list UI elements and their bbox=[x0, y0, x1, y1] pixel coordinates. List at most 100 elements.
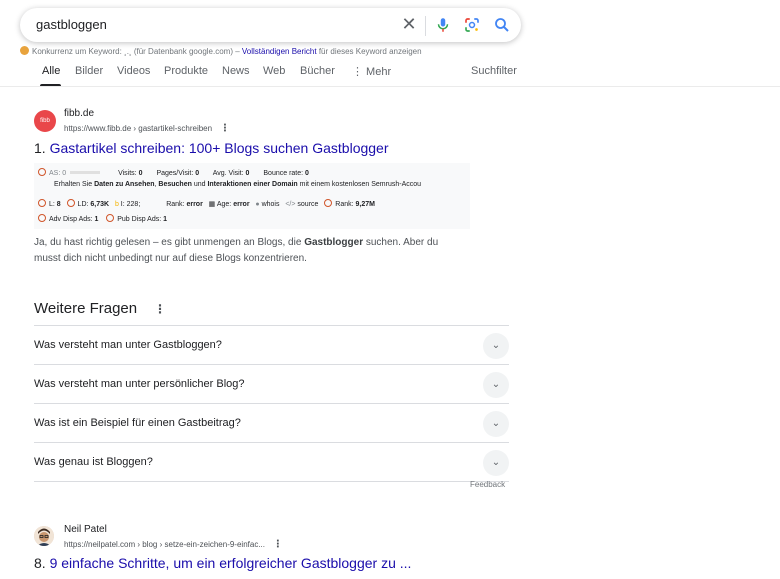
tab-images[interactable]: Bilder bbox=[75, 65, 103, 77]
keyword-competition-line: Konkurrenz um Keyword: ¸.¸ (für Datenban… bbox=[20, 46, 422, 56]
chevron-down-icon[interactable]: ⌄ bbox=[483, 372, 509, 398]
bounce-label: Bounce rate: bbox=[263, 170, 304, 177]
pub-label: Pub Disp Ads: bbox=[117, 216, 162, 223]
result1-number: 1. bbox=[34, 140, 46, 156]
chevron-down-icon[interactable]: ⌄ bbox=[483, 333, 509, 359]
result1-title-link[interactable]: 1. Gastartikel schreiben: 100+ Blogs suc… bbox=[34, 140, 389, 156]
seo-info-text: Erhalten Sie Daten zu Ansehen, Besuchen … bbox=[54, 181, 421, 188]
tab-books[interactable]: Bücher bbox=[300, 65, 335, 77]
age-value: error bbox=[233, 201, 250, 208]
result1-more-icon[interactable]: ⋮ bbox=[214, 123, 230, 134]
semrush-extension-icon bbox=[20, 46, 29, 55]
code-icon: </> bbox=[285, 201, 296, 208]
result2-title-link[interactable]: 8. 9 einfache Schritte, um ein erfolgrei… bbox=[34, 555, 411, 571]
result1-url[interactable]: https://www.fibb.de › gastartikel-schrei… bbox=[64, 123, 230, 134]
tab-web[interactable]: Web bbox=[263, 65, 285, 77]
search-icon[interactable] bbox=[493, 16, 511, 39]
tab-products[interactable]: Produkte bbox=[164, 65, 208, 77]
search-tabs: Alle Bilder Videos Produkte News Web Büc… bbox=[0, 62, 780, 88]
rank2-value[interactable]: 9,27M bbox=[356, 201, 375, 208]
info-b1[interactable]: Daten zu Ansehen bbox=[94, 181, 154, 188]
faq-question[interactable]: Was ist ein Beispiel für einen Gastbeitr… bbox=[34, 417, 241, 429]
ld-icon bbox=[66, 199, 75, 207]
faq-item[interactable]: Was genau ist Bloggen? ⌄ bbox=[34, 443, 509, 482]
result1-site-name[interactable]: fibb.de bbox=[64, 108, 94, 119]
result1-url-text[interactable]: https://www.fibb.de › gastartikel-schrei… bbox=[64, 124, 212, 133]
tabs-divider bbox=[0, 86, 780, 87]
info-post: mit einem kostenlosen Semrush-Accou bbox=[297, 181, 422, 188]
search-box[interactable]: gastbloggen ✕ bbox=[20, 8, 521, 42]
seo-row-ads: Adv Disp Ads: 1 Pub Disp Ads: 1 bbox=[38, 214, 167, 223]
faq-question[interactable]: Was genau ist Bloggen? bbox=[34, 456, 153, 468]
chevron-down-icon[interactable]: ⌄ bbox=[483, 450, 509, 476]
ld-value[interactable]: 6,73K bbox=[90, 201, 109, 208]
snippet-bold: Gastblogger bbox=[304, 237, 364, 248]
avg-visit-label: Avg. Visit: bbox=[212, 170, 244, 177]
tab-news[interactable]: News bbox=[222, 65, 250, 77]
result1-title[interactable]: Gastartikel schreiben: 100+ Blogs suchen… bbox=[50, 140, 389, 156]
google-lens-icon[interactable] bbox=[463, 16, 481, 39]
source-link[interactable]: source bbox=[297, 201, 318, 208]
faq-item[interactable]: Was versteht man unter Gastbloggen? ⌄ bbox=[34, 326, 509, 365]
result2-more-icon[interactable]: ⋮ bbox=[267, 539, 283, 550]
calendar-icon: ▦ bbox=[208, 201, 216, 208]
full-report-link[interactable]: Vollständigen Bericht bbox=[242, 47, 317, 56]
microphone-icon[interactable] bbox=[434, 16, 452, 39]
whois-icon: ● bbox=[255, 201, 260, 208]
people-also-ask-more-icon[interactable]: ⋮ bbox=[154, 302, 166, 316]
semrush-icon bbox=[38, 168, 46, 176]
fibb-favicon[interactable]: fibb bbox=[34, 110, 56, 132]
whois-link[interactable]: whois bbox=[262, 201, 280, 208]
pages-value: 0 bbox=[195, 170, 200, 177]
age-label: Age: bbox=[216, 201, 232, 208]
l-label: L: bbox=[49, 201, 55, 208]
rank1-label: Rank: bbox=[166, 201, 185, 208]
faq-question[interactable]: Was versteht man unter persönlicher Blog… bbox=[34, 378, 245, 390]
faq-question[interactable]: Was versteht man unter Gastbloggen? bbox=[34, 339, 222, 351]
result2-site-name[interactable]: Neil Patel bbox=[64, 524, 107, 535]
bing-icon: b bbox=[114, 201, 119, 208]
search-tools-button[interactable]: Suchfilter bbox=[471, 65, 517, 77]
adv-value[interactable]: 1 bbox=[95, 216, 99, 223]
visits-value: 0 bbox=[138, 170, 143, 177]
adv-label: Adv Disp Ads: bbox=[49, 216, 93, 223]
chevron-down-icon[interactable]: ⌄ bbox=[483, 411, 509, 437]
result2-title[interactable]: 9 einfache Schritte, um ein erfolgreiche… bbox=[50, 555, 412, 571]
rank1-value: error bbox=[186, 201, 203, 208]
result2-url[interactable]: https://neilpatel.com › blog › setze-ein… bbox=[64, 539, 283, 550]
result1-snippet: Ja, du hast richtig gelesen – es gibt un… bbox=[34, 235, 464, 267]
avg-visit-value: 0 bbox=[245, 170, 250, 177]
faq-item[interactable]: Was versteht man unter persönlicher Blog… bbox=[34, 365, 509, 404]
feedback-link[interactable]: Feedback bbox=[470, 480, 505, 489]
result2-number: 8. bbox=[34, 555, 46, 571]
neil-patel-avatar-icon[interactable] bbox=[34, 526, 54, 546]
tab-videos[interactable]: Videos bbox=[117, 65, 150, 77]
snippet-pre: Ja, du hast richtig gelesen – es gibt un… bbox=[34, 237, 305, 248]
tab-more[interactable]: ⋮ Mehr bbox=[352, 65, 391, 78]
seo-as: AS: 0 bbox=[49, 170, 67, 177]
keyword-prefix: Konkurrenz um Keyword: bbox=[32, 47, 125, 56]
clear-icon[interactable]: ✕ bbox=[400, 15, 418, 33]
visits-label: Visits: bbox=[118, 170, 137, 177]
rank2-icon bbox=[324, 199, 333, 207]
rank2-label: Rank: bbox=[335, 201, 354, 208]
faq-item[interactable]: Was ist ein Beispiel für einen Gastbeitr… bbox=[34, 404, 509, 443]
as-bar bbox=[70, 171, 101, 174]
seo-row-links: L: 8 LD: 6,73K b I: 228; Rank: error ▦ A… bbox=[38, 199, 375, 208]
search-input[interactable]: gastbloggen bbox=[36, 17, 107, 32]
info-b3[interactable]: Interaktionen einer Domain bbox=[207, 181, 297, 188]
i-value[interactable]: 228; bbox=[127, 201, 141, 208]
l-value[interactable]: 8 bbox=[57, 201, 61, 208]
result2-url-text[interactable]: https://neilpatel.com › blog › setze-ein… bbox=[64, 540, 265, 549]
keyword-difficulty-dots: ¸.¸ bbox=[124, 47, 132, 56]
keyword-suffix: für dieses Keyword anzeigen bbox=[316, 47, 422, 56]
i-label: I: bbox=[120, 201, 125, 208]
keyword-middle: (für Datenbank google.com) – bbox=[131, 47, 242, 56]
info-b2[interactable]: Besuchen bbox=[158, 181, 191, 188]
ld-label: LD: bbox=[77, 201, 89, 208]
info-mid2: und bbox=[191, 181, 208, 188]
pub-value[interactable]: 1 bbox=[163, 216, 167, 223]
tab-all[interactable]: Alle bbox=[42, 65, 60, 77]
seo-metrics-box: AS: 0 Visits: 0 Pages/Visit: 0 Avg. Visi… bbox=[34, 163, 470, 229]
info-pre: Erhalten Sie bbox=[54, 181, 95, 188]
